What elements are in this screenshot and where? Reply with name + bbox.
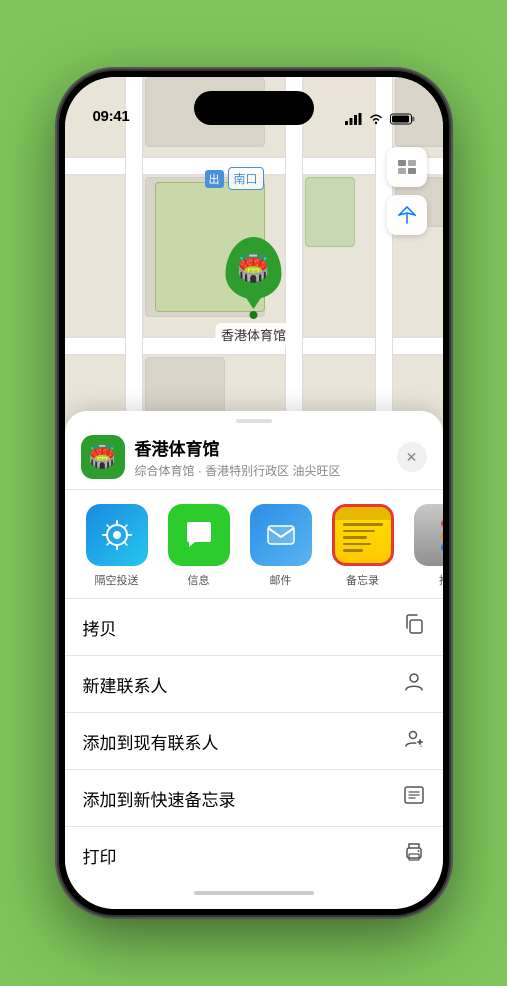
airdrop-icon bbox=[86, 504, 148, 566]
status-time: 09:41 bbox=[93, 108, 130, 125]
action-add-existing-label: 添加到现有联系人 bbox=[83, 729, 219, 754]
mail-label: 邮件 bbox=[270, 572, 292, 588]
message-icon bbox=[168, 504, 230, 566]
phone-frame: 09:41 bbox=[59, 71, 449, 915]
more-dots bbox=[441, 520, 443, 551]
map-type-icon bbox=[396, 156, 418, 178]
mail-svg bbox=[264, 518, 298, 552]
venue-info: 香港体育馆 综合体育馆 · 香港特别行政区 油尖旺区 bbox=[135, 435, 387, 479]
action-new-contact-label: 新建联系人 bbox=[83, 672, 168, 697]
print-icon bbox=[403, 841, 425, 869]
map-type-button[interactable] bbox=[387, 147, 427, 187]
message-svg bbox=[182, 518, 216, 552]
airdrop-label: 隔空投送 bbox=[95, 572, 139, 588]
action-print-label: 打印 bbox=[83, 843, 117, 868]
action-quick-note-label: 添加到新快速备忘录 bbox=[83, 786, 236, 811]
share-message[interactable]: 信息 bbox=[163, 504, 235, 588]
marker-pin: 🏟️ bbox=[225, 237, 281, 299]
action-print[interactable]: 打印 bbox=[65, 827, 443, 883]
share-more[interactable]: 推 bbox=[409, 504, 443, 588]
map-block bbox=[305, 177, 355, 247]
location-arrow-icon bbox=[398, 206, 416, 224]
exit-badge: 出 bbox=[205, 170, 224, 188]
action-copy-label: 拷贝 bbox=[83, 615, 117, 640]
notes-icon-wrap bbox=[332, 504, 394, 566]
close-button[interactable]: ✕ bbox=[397, 442, 427, 472]
venue-header: 🏟️ 香港体育馆 综合体育馆 · 香港特别行政区 油尖旺区 ✕ bbox=[65, 423, 443, 490]
copy-icon bbox=[403, 613, 425, 641]
more-icon-wrap bbox=[414, 504, 443, 566]
exit-name: 南口 bbox=[228, 167, 264, 190]
quick-note-icon bbox=[403, 784, 425, 812]
action-list: 拷贝 新建联系人 bbox=[65, 599, 443, 883]
venue-marker: 🏟️ 香港体育馆 bbox=[215, 237, 292, 346]
message-label: 信息 bbox=[188, 572, 210, 588]
add-existing-icon bbox=[403, 727, 425, 755]
signal-icon bbox=[345, 113, 362, 125]
action-copy[interactable]: 拷贝 bbox=[65, 599, 443, 656]
share-mail[interactable]: 邮件 bbox=[245, 504, 317, 588]
airdrop-svg bbox=[101, 519, 133, 551]
action-new-contact[interactable]: 新建联系人 bbox=[65, 656, 443, 713]
action-quick-note[interactable]: 添加到新快速备忘录 bbox=[65, 770, 443, 827]
share-row: 隔空投送 信息 bbox=[65, 490, 443, 599]
battery-icon bbox=[390, 113, 415, 125]
new-contact-icon bbox=[403, 670, 425, 698]
venue-desc: 综合体育馆 · 香港特别行政区 油尖旺区 bbox=[135, 462, 387, 479]
location-button[interactable] bbox=[387, 195, 427, 235]
share-airdrop[interactable]: 隔空投送 bbox=[81, 504, 153, 588]
map-controls bbox=[387, 147, 427, 235]
map-exit-label: 出 南口 bbox=[205, 167, 264, 190]
more-label: 推 bbox=[439, 572, 443, 588]
venue-name: 香港体育馆 bbox=[135, 435, 387, 460]
mail-icon bbox=[250, 504, 312, 566]
venue-logo: 🏟️ bbox=[81, 435, 125, 479]
action-add-existing[interactable]: 添加到现有联系人 bbox=[65, 713, 443, 770]
wifi-icon bbox=[368, 113, 384, 125]
phone-screen: 09:41 bbox=[65, 77, 443, 909]
share-notes[interactable]: 备忘录 bbox=[327, 504, 399, 588]
marker-label: 香港体育馆 bbox=[215, 323, 292, 346]
marker-stadium-icon: 🏟️ bbox=[237, 253, 269, 284]
status-icons bbox=[345, 113, 415, 125]
home-indicator bbox=[194, 891, 314, 895]
bottom-sheet: 🏟️ 香港体育馆 综合体育馆 · 香港特别行政区 油尖旺区 ✕ bbox=[65, 411, 443, 909]
marker-dot bbox=[249, 311, 257, 319]
notes-label: 备忘录 bbox=[346, 572, 379, 588]
dynamic-island bbox=[194, 91, 314, 125]
